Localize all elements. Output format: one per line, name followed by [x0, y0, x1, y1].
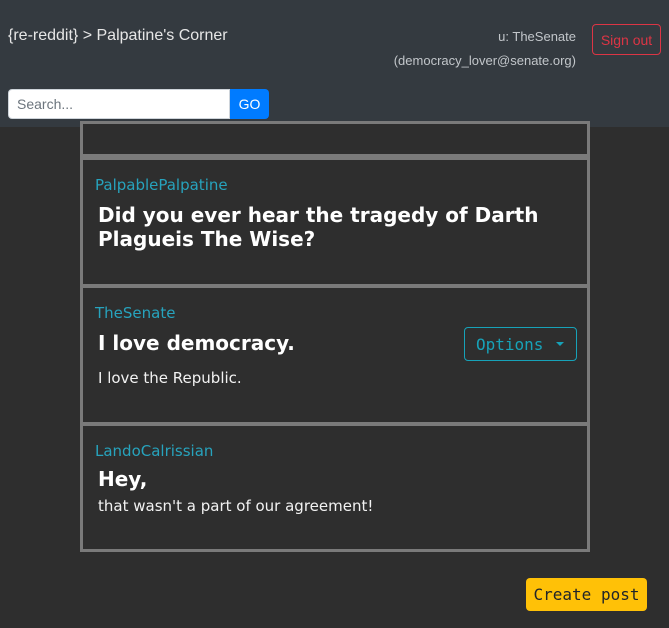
search-input[interactable]	[8, 89, 230, 119]
post-body: that wasn't a part of our agreement!	[98, 497, 374, 515]
create-post-button[interactable]: Create post	[526, 578, 647, 611]
post-card[interactable]: LandoCalrissian Hey, that wasn't a part …	[80, 423, 590, 552]
post-feed: PalpablePalpatine Did you ever hear the …	[80, 121, 590, 552]
search-go-button[interactable]: GO	[230, 89, 269, 119]
post-body: I love the Republic.	[98, 369, 242, 387]
post-author[interactable]: LandoCalrissian	[95, 442, 213, 460]
post-card[interactable]	[80, 121, 590, 157]
current-username: u: TheSenate	[498, 29, 576, 44]
post-options-button[interactable]: Options	[464, 327, 577, 361]
breadcrumb-brand[interactable]: {re-reddit} > Palpatine's Corner	[8, 27, 228, 45]
sign-out-button[interactable]: Sign out	[592, 24, 661, 55]
post-card[interactable]: TheSenate I love democracy. I love the R…	[80, 285, 590, 425]
caret-down-icon	[556, 342, 564, 346]
top-navbar: {re-reddit} > Palpatine's Corner u: TheS…	[0, 0, 669, 127]
post-title: Hey,	[98, 467, 148, 491]
post-title: Did you ever hear the tragedy of Darth P…	[98, 203, 539, 251]
options-label: Options	[476, 334, 544, 354]
current-user-email: (democracy_lover@senate.org)	[393, 53, 576, 68]
post-author[interactable]: PalpablePalpatine	[95, 176, 228, 194]
post-author[interactable]: TheSenate	[95, 304, 175, 322]
post-card[interactable]: PalpablePalpatine Did you ever hear the …	[80, 157, 590, 287]
